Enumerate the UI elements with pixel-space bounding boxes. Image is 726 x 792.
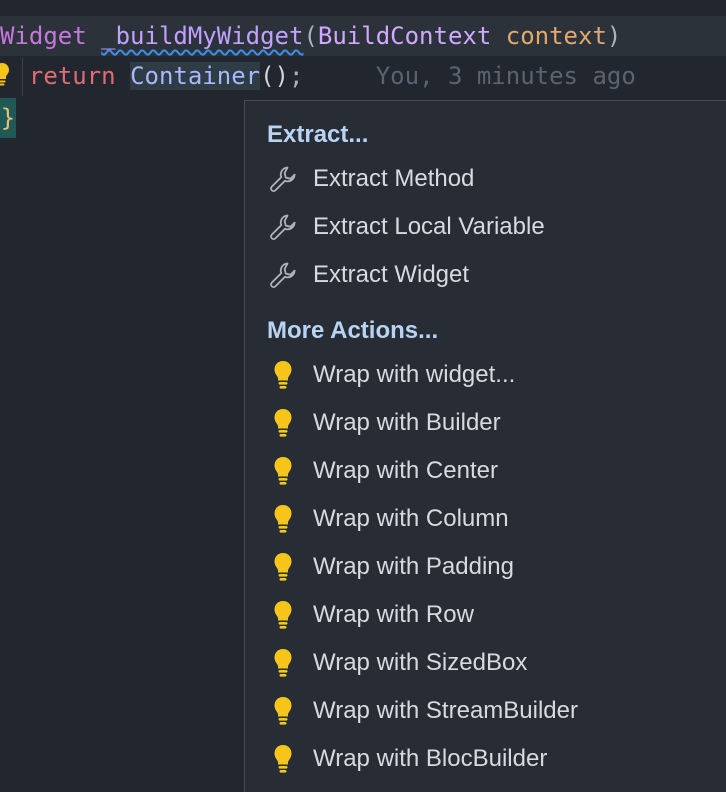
menu-item-wrap-with-column[interactable]: Wrap with Column xyxy=(245,495,726,543)
menu-item-extract-widget[interactable]: Extract Widget xyxy=(245,251,726,299)
lightbulb-icon xyxy=(265,549,301,585)
menu-item-wrap-with-center[interactable]: Wrap with Center xyxy=(245,447,726,495)
semicolon: ; xyxy=(289,62,304,90)
return-keyword: return xyxy=(28,62,116,90)
wrench-icon xyxy=(265,209,301,245)
param-name: context xyxy=(505,22,607,50)
menu-item-label: Wrap with Row xyxy=(313,601,474,628)
type-keyword: Widget xyxy=(0,22,87,50)
code-line-2[interactable]: return Container(); You, 3 minutes ago xyxy=(0,56,726,96)
menu-item-label: Extract Local Variable xyxy=(313,213,545,240)
menu-item-wrap-with-blocbuilder[interactable]: Wrap with BlocBuilder xyxy=(245,735,726,783)
close-paren: ) xyxy=(606,22,622,50)
menu-item-extract-local-variable[interactable]: Extract Local Variable xyxy=(245,203,726,251)
menu-item-label: Extract Method xyxy=(313,165,475,192)
menu-item-wrap-with-widget[interactable]: Wrap with widget... xyxy=(245,351,726,399)
section-title: Extract... xyxy=(267,121,369,148)
wrench-icon xyxy=(265,161,301,197)
menu-item-label: Wrap with StreamBuilder xyxy=(313,697,578,724)
param-type: BuildContext xyxy=(317,22,492,50)
closing-brace: } xyxy=(0,98,16,138)
menu-item-wrap-with-builder[interactable]: Wrap with Builder xyxy=(245,399,726,447)
section-title: More Actions... xyxy=(267,317,439,344)
lightbulb-icon xyxy=(265,357,301,393)
wrench-icon xyxy=(265,257,301,293)
menu-item-wrap-with-streambuilder[interactable]: Wrap with StreamBuilder xyxy=(245,687,726,735)
lightbulb-icon xyxy=(265,645,301,681)
gutter-lightbulb-icon[interactable] xyxy=(0,62,10,86)
lightbulb-icon xyxy=(265,597,301,633)
menu-item-label: Wrap with Padding xyxy=(313,553,514,580)
function-name[interactable]: _buildMyWidget xyxy=(101,22,303,50)
open-paren: ( xyxy=(303,22,318,50)
menu-item-wrap-with-padding[interactable]: Wrap with Padding xyxy=(245,543,726,591)
lightbulb-icon xyxy=(265,741,301,777)
lightbulb-icon xyxy=(265,501,301,537)
code-actions-menu[interactable]: Extract... Extract Method Extract Local Va… xyxy=(244,100,726,792)
code-line-1[interactable]: Widget _buildMyWidget(BuildContext conte… xyxy=(0,16,726,56)
menu-item-label: Wrap with SizedBox xyxy=(313,649,528,676)
menu-item-label: Wrap with widget... xyxy=(313,361,516,388)
menu-item-wrap-with-row[interactable]: Wrap with Row xyxy=(245,591,726,639)
menu-item-label: Wrap with BlocBuilder xyxy=(313,745,548,772)
menu-item-label: Extract Widget xyxy=(313,261,470,288)
lightbulb-icon xyxy=(265,453,301,489)
call-parens: () xyxy=(260,62,290,90)
menu-item-label: Wrap with Center xyxy=(313,457,498,484)
lightbulb-icon xyxy=(265,405,301,441)
menu-item-label: Wrap with Column xyxy=(313,505,509,532)
lightbulb-icon xyxy=(265,693,301,729)
menu-item-wrap-with-sizedbox[interactable]: Wrap with SizedBox xyxy=(245,639,726,687)
git-blame-annotation: You, 3 minutes ago xyxy=(303,62,636,90)
menu-item-label: Wrap with Builder xyxy=(313,409,501,436)
menu-item-extract-method[interactable]: Extract Method xyxy=(245,155,726,203)
class-name[interactable]: Container xyxy=(130,62,261,90)
